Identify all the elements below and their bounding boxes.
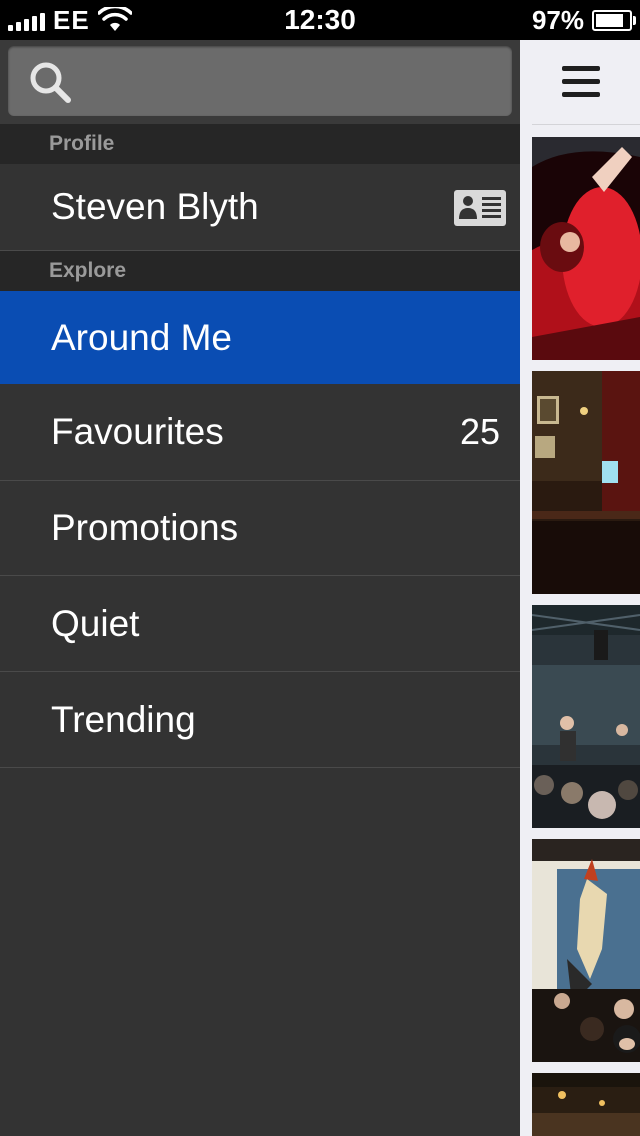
menu-item-label: Quiet xyxy=(51,602,140,644)
venue-photo-live-music[interactable] xyxy=(532,605,640,828)
section-header-profile: Profile xyxy=(0,124,520,164)
hamburger-menu-icon[interactable] xyxy=(562,66,600,98)
venue-photo-nightclub-image xyxy=(532,137,640,360)
menu-item-favourites[interactable]: Favourites 25 xyxy=(0,384,520,481)
menu-item-quiet[interactable]: Quiet xyxy=(0,576,520,672)
battery-fill xyxy=(596,13,624,27)
profile-name: Steven Blyth xyxy=(51,186,259,227)
content-panel xyxy=(520,40,640,1136)
profile-row[interactable]: Steven Blyth xyxy=(0,164,520,251)
search-bar xyxy=(0,40,520,124)
menu-item-label: Around Me xyxy=(51,316,232,358)
menu-item-label: Promotions xyxy=(51,507,239,548)
menu-item-label: Favourites xyxy=(51,411,224,452)
menu-item-trending[interactable]: Trending xyxy=(0,672,520,768)
nav-divider xyxy=(532,124,640,125)
venue-photo-mural-bar-image xyxy=(532,839,640,1062)
side-drawer: Profile Steven Blyth Explore Around Me F… xyxy=(0,40,520,1136)
venue-photo-partial[interactable] xyxy=(532,1073,640,1136)
battery-percent: 97% xyxy=(531,4,584,35)
venue-photo-mural-bar[interactable] xyxy=(532,839,640,1062)
status-right: 97% xyxy=(531,4,636,35)
menu-item-label: Trending xyxy=(51,698,196,740)
search-box[interactable] xyxy=(8,46,512,116)
favourites-count-badge: 25 xyxy=(459,411,500,452)
status-bar: EE 12:30 97% xyxy=(0,0,640,40)
section-header-explore: Explore xyxy=(0,251,520,291)
search-icon xyxy=(30,62,71,103)
venue-photo-live-music-image xyxy=(532,605,640,828)
search-input[interactable] xyxy=(88,56,502,108)
profile-card-icon xyxy=(454,190,506,226)
venue-photo-pub-interior[interactable] xyxy=(532,371,640,594)
venue-photo-nightclub[interactable] xyxy=(532,137,640,360)
menu-item-promotions[interactable]: Promotions xyxy=(0,481,520,576)
menu-item-around-me[interactable]: Around Me xyxy=(0,291,520,384)
venue-photo-partial-image xyxy=(532,1073,640,1136)
battery-icon xyxy=(592,9,636,31)
venue-photo-pub-interior-image xyxy=(532,371,640,594)
